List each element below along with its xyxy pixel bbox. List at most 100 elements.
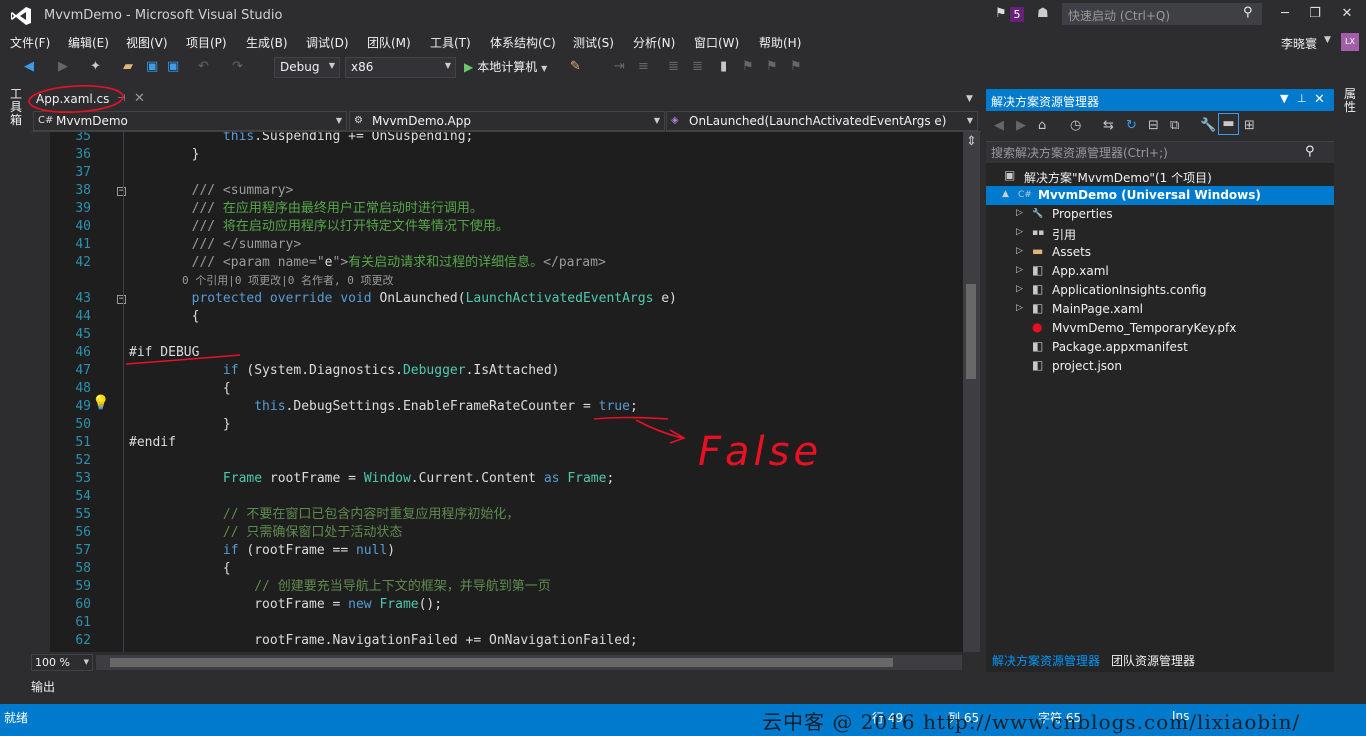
chevron-down-icon[interactable]: ▼: [966, 94, 973, 104]
project-navigation-select[interactable]: C# MvvmDemo ▼: [33, 111, 347, 131]
code-line[interactable]: 46 #if DEBUG: [31, 344, 963, 362]
tree-item[interactable]: ▷ ◧ App.xaml: [986, 262, 1334, 281]
feedback-icon[interactable]: ☗: [1037, 6, 1049, 21]
chevron-down-icon[interactable]: ▼: [1280, 92, 1288, 105]
solution-configuration-select[interactable]: Debug ▼: [274, 57, 340, 78]
menu-project[interactable]: 项目(P): [186, 34, 227, 51]
close-icon[interactable]: ✕: [1314, 92, 1325, 107]
tree-item[interactable]: ◧ project.json: [986, 357, 1334, 376]
notification-count-badge[interactable]: 5: [1010, 7, 1024, 22]
code-line[interactable]: 59 // 创建要充当导航上下文的框架，并导航到第一页: [31, 578, 963, 596]
zoom-select[interactable]: 100 % ▼: [31, 654, 93, 671]
chevron-down-icon[interactable]: ▼: [1324, 35, 1331, 45]
code-line[interactable]: 55 // 不要在窗口已包含内容时重复应用程序初始化，: [31, 506, 963, 524]
codelens-references[interactable]: 0 个引用|0 项更改|0 名作者, 0 项更改: [129, 272, 393, 290]
member-navigation-select[interactable]: ◈ OnLaunched(LaunchActivatedEventArgs e) ▼: [666, 111, 978, 131]
code-line[interactable]: 52: [31, 452, 963, 470]
bookmark-icon[interactable]: ▮: [720, 59, 727, 74]
user-name[interactable]: 李晓寰: [1281, 35, 1317, 52]
tree-item[interactable]: ▷ ◧ MainPage.xaml: [986, 300, 1334, 319]
sync-icon[interactable]: ⇆: [1103, 118, 1114, 133]
tree-item[interactable]: ▷ ▬ Assets: [986, 243, 1334, 262]
code-line[interactable]: 53 Frame rootFrame = Window.Current.Cont…: [31, 470, 963, 488]
code-line[interactable]: 51 #endif: [31, 434, 963, 452]
quick-launch-input[interactable]: 快速启动 (Ctrl+Q): [1062, 3, 1262, 25]
code-line[interactable]: 38 − /// <summary>: [31, 182, 963, 200]
code-line[interactable]: 45: [31, 326, 963, 344]
menu-tools[interactable]: 工具(T): [430, 34, 471, 51]
toolbox-tab[interactable]: 工具箱: [10, 88, 24, 127]
expand-arrow-icon[interactable]: ▷: [1016, 284, 1023, 294]
start-debugging-button[interactable]: ▶ 本地计算机 ▼: [464, 58, 547, 75]
properties-wrench-icon[interactable]: 🔧: [1200, 118, 1216, 133]
save-all-icon[interactable]: ▣: [167, 59, 179, 74]
horizontal-scrollbar-thumb[interactable]: [110, 658, 893, 667]
maximize-button[interactable]: ❐: [1300, 3, 1330, 25]
code-line[interactable]: 54: [31, 488, 963, 506]
menu-team[interactable]: 团队(M): [367, 34, 411, 51]
tree-item[interactable]: ▷ 🔧 Properties: [986, 205, 1334, 224]
tree-item[interactable]: ▷ ◧ ApplicationInsights.config: [986, 281, 1334, 300]
document-tab-label[interactable]: App.xaml.cs: [36, 92, 109, 106]
code-line[interactable]: 35 this.Suspending += OnSuspending;: [31, 132, 963, 146]
menu-test[interactable]: 测试(S): [573, 34, 614, 51]
tree-item[interactable]: ● MvvmDemo_TemporaryKey.pfx: [986, 319, 1334, 338]
tab-solution-explorer[interactable]: 解决方案资源管理器: [992, 652, 1100, 669]
comment-icon[interactable]: ≣: [668, 59, 679, 74]
code-line[interactable]: 39 /// 在应用程序由最终用户正常启动时进行调用。: [31, 200, 963, 218]
expand-arrow-icon[interactable]: ▷: [1016, 208, 1023, 218]
home-icon[interactable]: ⌂: [1038, 118, 1046, 133]
split-editor-icon[interactable]: ⇕: [963, 134, 980, 149]
preview-selected-icon[interactable]: ▬: [1218, 113, 1239, 135]
refresh-icon[interactable]: ↻: [1126, 118, 1137, 133]
output-tab[interactable]: 输出: [31, 678, 55, 695]
next-bookmark-icon[interactable]: ⚑: [766, 59, 778, 74]
code-line[interactable]: 48 {: [31, 380, 963, 398]
step-icon[interactable]: ⇥: [614, 59, 625, 74]
tree-item[interactable]: ▣ 解决方案"MvvmDemo"(1 个项目): [986, 167, 1334, 186]
undo-icon[interactable]: ↶: [198, 59, 209, 74]
pin-icon[interactable]: ⊥: [1297, 92, 1307, 105]
forward-icon[interactable]: ▶: [1016, 118, 1026, 133]
navigate-forward-icon[interactable]: ▶: [58, 59, 68, 74]
code-line[interactable]: 42 /// <param name="e">有关启动请求和过程的详细信息。</…: [31, 254, 963, 272]
code-line[interactable]: 57 if (rootFrame == null): [31, 542, 963, 560]
expand-arrow-icon[interactable]: ▷: [1016, 227, 1023, 237]
redo-icon[interactable]: ↷: [232, 59, 243, 74]
minimize-button[interactable]: ─: [1270, 3, 1300, 25]
vertical-scrollbar[interactable]: [963, 132, 980, 652]
code-line[interactable]: 50 }: [31, 416, 963, 434]
code-line[interactable]: 36 }: [31, 146, 963, 164]
menu-debug[interactable]: 调试(D): [306, 34, 349, 51]
format-icon[interactable]: ≡: [638, 59, 649, 74]
uncomment-icon[interactable]: ≣: [692, 59, 703, 74]
find-in-files-icon[interactable]: ✎: [570, 59, 581, 74]
code-editor[interactable]: 35 this.Suspending += OnSuspending; 36 } 3…: [31, 132, 963, 652]
search-icon[interactable]: ⚲: [1305, 144, 1315, 159]
pin-icon[interactable]: ⊣: [117, 93, 126, 104]
code-line[interactable]: 56 // 只需确保窗口处于活动状态: [31, 524, 963, 542]
properties-tab[interactable]: 属性: [1344, 88, 1358, 114]
close-window-button[interactable]: ✕: [1332, 3, 1362, 25]
open-file-icon[interactable]: ▰: [123, 59, 133, 74]
code-line[interactable]: 62 rootFrame.NavigationFailed += OnNavig…: [31, 632, 963, 650]
menu-build[interactable]: 生成(B): [246, 34, 288, 51]
tree-item[interactable]: ◧ Package.appxmanifest: [986, 338, 1334, 357]
code-line[interactable]: 44 {: [31, 308, 963, 326]
solution-platform-select[interactable]: x86 ▼: [345, 57, 456, 78]
menu-file[interactable]: 文件(F): [10, 34, 50, 51]
new-project-icon[interactable]: ✦: [90, 59, 101, 74]
code-line[interactable]: 0 个引用|0 项更改|0 名作者, 0 项更改: [31, 272, 963, 290]
pending-changes-icon[interactable]: ◷: [1070, 118, 1081, 133]
avatar[interactable]: LX: [1341, 33, 1359, 51]
code-line[interactable]: 41 /// </summary>: [31, 236, 963, 254]
menu-architecture[interactable]: 体系结构(C): [490, 34, 556, 51]
chevron-down-icon[interactable]: ▼: [541, 64, 547, 73]
code-line[interactable]: 40 /// 将在启动应用程序以打开特定文件等情况下使用。: [31, 218, 963, 236]
code-line[interactable]: 61: [31, 614, 963, 632]
expand-arrow-icon[interactable]: ▷: [1016, 246, 1023, 256]
class-view-icon[interactable]: ⊞: [1244, 118, 1255, 133]
collapse-region-icon[interactable]: −: [117, 187, 126, 196]
type-navigation-select[interactable]: ⚙ MvvmDemo.App ▼: [349, 111, 665, 131]
prev-bookmark-icon[interactable]: ⚑: [742, 59, 754, 74]
